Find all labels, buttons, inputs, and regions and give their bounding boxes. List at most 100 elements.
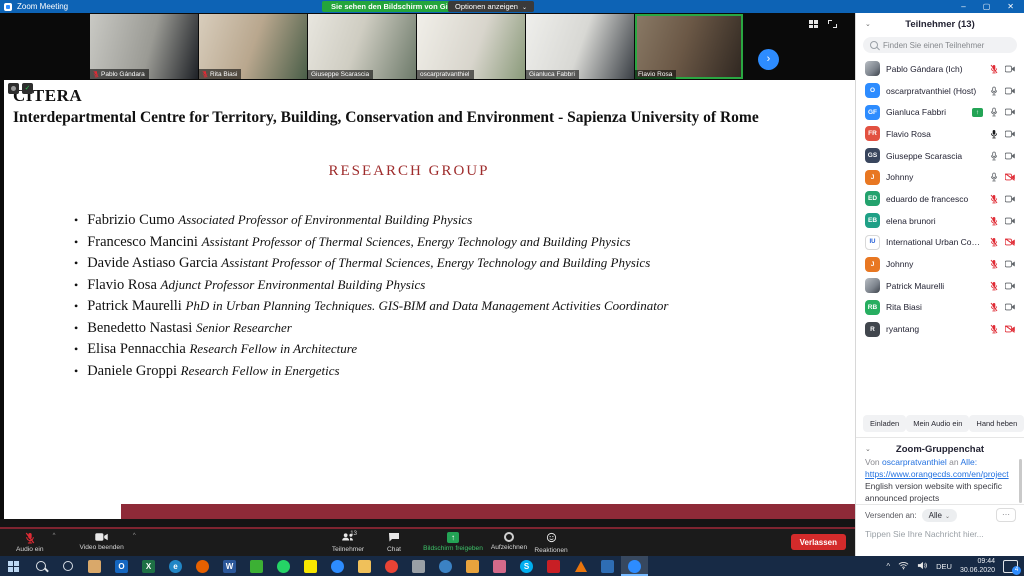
- send-to-select[interactable]: Alle⌄: [922, 509, 957, 522]
- taskbar-app-start[interactable]: [0, 556, 27, 576]
- video-tile[interactable]: oscarpratvanthiel: [417, 14, 525, 79]
- taskbar-app-search[interactable]: [27, 556, 54, 576]
- toolbar-button[interactable]: ^ Audio ein: [16, 529, 44, 556]
- chat-scrollbar[interactable]: [1019, 459, 1022, 503]
- participant-search-input[interactable]: Finden Sie einen Teilnehmer: [863, 37, 1017, 53]
- video-tile[interactable]: Pablo Gándara: [90, 14, 198, 79]
- video-tile[interactable]: Rita Biasi: [199, 14, 307, 79]
- taskbar-clock[interactable]: 09:44 30.06.2020: [960, 557, 995, 575]
- speaker-icon[interactable]: [917, 557, 928, 575]
- taskbar-app-store[interactable]: [81, 556, 108, 576]
- chat-link[interactable]: https://www.orangecds.com/en/project: [865, 469, 1009, 479]
- network-icon[interactable]: [898, 557, 909, 575]
- taskbar-app-globe[interactable]: [432, 556, 459, 576]
- research-member: Francesco Mancini Assistant Professor of…: [88, 234, 855, 256]
- video-tile[interactable]: Giuseppe Scarascia: [308, 14, 416, 79]
- taskbar-app-outlook[interactable]: O: [108, 556, 135, 576]
- mic-muted-icon: [990, 324, 998, 334]
- taskbar-app-word[interactable]: W: [216, 556, 243, 576]
- taskbar-app-gray-app[interactable]: [405, 556, 432, 576]
- leave-button[interactable]: Verlassen: [791, 534, 846, 550]
- toolbar-button[interactable]: ↑ Bildschirm freigeben: [417, 529, 489, 556]
- taskbar-app-chrome[interactable]: [378, 556, 405, 576]
- toolbar-button[interactable]: Aufzeichnen: [489, 529, 529, 556]
- taskbar-app-pdf[interactable]: [540, 556, 567, 576]
- panel-action-button[interactable]: Hand heben: [969, 415, 1024, 432]
- camera-off-icon: [1005, 173, 1015, 181]
- participant-row[interactable]: Pablo Gándara (Ich): [856, 58, 1024, 80]
- minimize-button[interactable]: –: [961, 0, 965, 13]
- collapse-chevron-icon[interactable]: ⌄: [865, 445, 871, 453]
- taskbar-app-firefox[interactable]: [189, 556, 216, 576]
- app-tile-icon: [385, 560, 398, 573]
- participant-row[interactable]: GF Gianluca Fabbri ↑: [856, 101, 1024, 123]
- avatar: GS: [865, 148, 880, 163]
- taskbar-app-photos[interactable]: [594, 556, 621, 576]
- encryption-shield-icon[interactable]: ✓: [22, 83, 33, 94]
- panel-action-button[interactable]: Einladen: [863, 415, 906, 432]
- toolbar-button[interactable]: 13 Teilnehmer: [325, 529, 371, 556]
- taskbar-app-paint[interactable]: [486, 556, 513, 576]
- participant-row[interactable]: GS Giuseppe Scarascia: [856, 145, 1024, 167]
- slide-letterbox: [0, 519, 855, 529]
- video-tile-label: Flavio Rosa: [635, 70, 676, 79]
- taskbar-app-excel[interactable]: X: [135, 556, 162, 576]
- participants-panel-header: ⌄ Teilnehmer (13): [856, 16, 1024, 32]
- fullscreen-icon[interactable]: [828, 20, 837, 28]
- participant-row[interactable]: R ryantang: [856, 318, 1024, 340]
- taskbar-app-blue-app[interactable]: [324, 556, 351, 576]
- app-tile-icon: [358, 560, 371, 573]
- participant-row[interactable]: J Johnny: [856, 166, 1024, 188]
- camera-icon: [1005, 87, 1015, 95]
- toolbar-button[interactable]: Reaktionen: [529, 529, 573, 556]
- meeting-info-icon[interactable]: [8, 83, 19, 94]
- taskbar-app-sticky-notes[interactable]: [459, 556, 486, 576]
- participant-row[interactable]: EB elena brunori: [856, 210, 1024, 232]
- mic-muted-icon: [990, 281, 998, 291]
- chat-more-button[interactable]: ⋯: [996, 508, 1016, 522]
- taskbar-app-skype[interactable]: S: [513, 556, 540, 576]
- taskbar-app-file-explorer[interactable]: [351, 556, 378, 576]
- maximize-button[interactable]: ▢: [983, 0, 991, 13]
- tray-chevron-icon[interactable]: ^: [886, 562, 890, 571]
- gallery-view-icon[interactable]: [809, 20, 818, 28]
- action-center-icon[interactable]: 4: [1003, 560, 1018, 573]
- cortana-icon: [63, 561, 73, 571]
- app-tile-icon: X: [142, 560, 155, 573]
- collapse-chevron-icon[interactable]: ⌄: [865, 20, 871, 28]
- participant-row[interactable]: RB Rita Biasi: [856, 297, 1024, 319]
- taskbar-app-zoom[interactable]: [621, 556, 648, 576]
- slide-logo: CITERA: [13, 86, 855, 106]
- mic-muted-icon: [990, 259, 998, 269]
- avatar: J: [865, 170, 880, 185]
- toolbar-button[interactable]: Chat: [371, 529, 417, 556]
- next-page-button[interactable]: ›: [758, 49, 779, 70]
- chevron-up-icon[interactable]: ^: [133, 533, 136, 539]
- participant-row[interactable]: J Johnny: [856, 253, 1024, 275]
- mic-muted-icon: [25, 532, 35, 544]
- participant-row[interactable]: O oscarpratvanthiel (Host): [856, 80, 1024, 102]
- participant-row[interactable]: ED eduardo de francesco: [856, 188, 1024, 210]
- taskbar-app-vlc[interactable]: [567, 556, 594, 576]
- participant-list: Pablo Gándara (Ich) O: [856, 58, 1024, 340]
- close-button[interactable]: ✕: [1007, 0, 1014, 13]
- taskbar-app-kakaotalk[interactable]: [297, 556, 324, 576]
- taskbar-app-cortana[interactable]: [54, 556, 81, 576]
- taskbar-app-wechat[interactable]: [243, 556, 270, 576]
- participant-row[interactable]: IU International Urban Cooperation ...: [856, 232, 1024, 254]
- video-tile[interactable]: Gianluca Fabbri: [526, 14, 634, 79]
- research-member: Elisa Pennacchia Research Fellow in Arch…: [88, 341, 855, 363]
- video-tile[interactable]: Flavio Rosa: [635, 14, 743, 79]
- panel-action-button[interactable]: Mein Audio ein: [906, 415, 969, 432]
- chevron-up-icon[interactable]: ^: [53, 533, 56, 539]
- options-button[interactable]: Optionen anzeigen⌄: [448, 1, 534, 12]
- taskbar-app-edge[interactable]: e: [162, 556, 189, 576]
- taskbar-app-whatsapp[interactable]: [270, 556, 297, 576]
- video-tile-label: Pablo Gándara: [90, 69, 149, 79]
- toolbar-button[interactable]: ^ Video beenden: [80, 529, 124, 556]
- language-indicator[interactable]: DEU: [936, 562, 952, 571]
- camera-icon: [1005, 65, 1015, 73]
- participant-row[interactable]: FR Flavio Rosa: [856, 123, 1024, 145]
- participant-row[interactable]: Patrick Maurelli: [856, 275, 1024, 297]
- chat-message-input[interactable]: Tippen Sie Ihre Nachricht hier...: [865, 529, 1015, 539]
